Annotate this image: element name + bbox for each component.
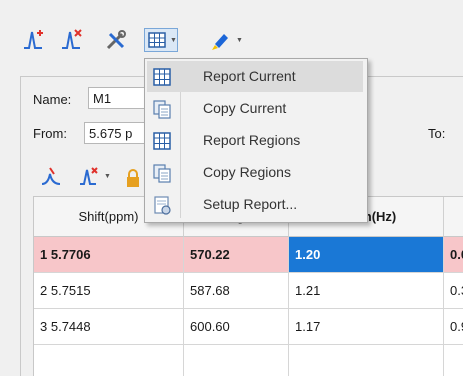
peak-delete-icon <box>80 167 98 185</box>
shift-cell: 5.7448 <box>50 319 91 334</box>
menu-item-label: Report Current <box>203 68 296 84</box>
menu-item-copy-regions[interactable]: Copy Regions <box>147 157 363 188</box>
peak-pick-icon <box>41 167 61 185</box>
table-icon <box>153 132 171 150</box>
peak-add-button[interactable] <box>22 28 46 52</box>
width-cell[interactable]: 1.17 <box>289 309 444 345</box>
tools-icon <box>106 30 126 50</box>
peak-delete-icon <box>62 29 82 49</box>
setup-report-icon <box>154 196 171 215</box>
height-cell[interactable]: 587.68 <box>184 273 289 309</box>
from-label: From: <box>33 126 67 141</box>
peak-add-icon <box>24 30 43 49</box>
highlight-dropdown-button[interactable]: ▼ <box>210 28 246 52</box>
shift-cell: 5.7515 <box>50 283 91 298</box>
table-row[interactable] <box>34 345 184 376</box>
pick-peak-button[interactable] <box>40 166 64 188</box>
tools-button[interactable] <box>104 28 128 52</box>
extra-cell[interactable] <box>444 345 463 376</box>
extra-cell[interactable]: 0.0 <box>444 237 463 273</box>
peaks-table: Shift(ppm) Height Width(Hz) 1 5.7706 570… <box>33 196 463 376</box>
height-cell[interactable] <box>184 345 289 376</box>
table-row[interactable]: 1 5.7706 <box>34 237 184 273</box>
menu-item-label: Report Regions <box>203 132 301 148</box>
row-number: 2 <box>40 283 48 298</box>
to-label: To: <box>428 126 446 141</box>
chevron-down-icon: ▼ <box>170 37 177 44</box>
report-menu: Report Current Copy Current Report Regio… <box>144 58 368 223</box>
width-cell[interactable]: 1.21 <box>289 273 444 309</box>
table-row[interactable]: 3 5.7448 <box>34 309 184 345</box>
table-report-icon <box>148 32 166 48</box>
column-header[interactable] <box>444 197 463 237</box>
row-number: 3 <box>40 319 48 334</box>
copy-icon <box>153 164 171 183</box>
row-number: 1 <box>40 247 48 262</box>
menu-item-label: Copy Current <box>203 100 287 116</box>
chevron-down-icon: ▼ <box>236 37 243 44</box>
height-cell[interactable]: 600.60 <box>184 309 289 345</box>
highlight-color-icon <box>212 34 228 50</box>
lock-button[interactable] <box>124 168 144 188</box>
menu-item-report-regions[interactable]: Report Regions <box>147 125 363 156</box>
name-label: Name: <box>33 92 72 107</box>
peak-delete-button[interactable] <box>60 28 84 52</box>
report-dropdown-button[interactable]: ▼ <box>144 28 178 52</box>
extra-cell[interactable]: 0.3 <box>444 273 463 309</box>
menu-item-copy-current[interactable]: Copy Current <box>147 93 363 124</box>
shift-cell: 5.7706 <box>50 247 91 262</box>
width-cell[interactable] <box>289 345 444 376</box>
height-cell[interactable]: 570.22 <box>184 237 289 273</box>
chevron-down-icon: ▼ <box>104 173 111 180</box>
table-icon <box>153 68 171 86</box>
delete-peak-dropdown[interactable]: ▼ <box>78 166 114 188</box>
menu-item-report-current[interactable]: Report Current <box>147 61 363 92</box>
copy-icon <box>153 100 171 119</box>
menu-item-setup-report[interactable]: Setup Report... <box>147 189 363 220</box>
lock-icon <box>127 169 139 187</box>
extra-cell[interactable]: 0.9 <box>444 309 463 345</box>
menu-item-label: Copy Regions <box>203 164 291 180</box>
menu-item-label: Setup Report... <box>203 196 298 212</box>
width-cell[interactable]: 1.20 <box>289 237 444 273</box>
table-row[interactable]: 2 5.7515 <box>34 273 184 309</box>
